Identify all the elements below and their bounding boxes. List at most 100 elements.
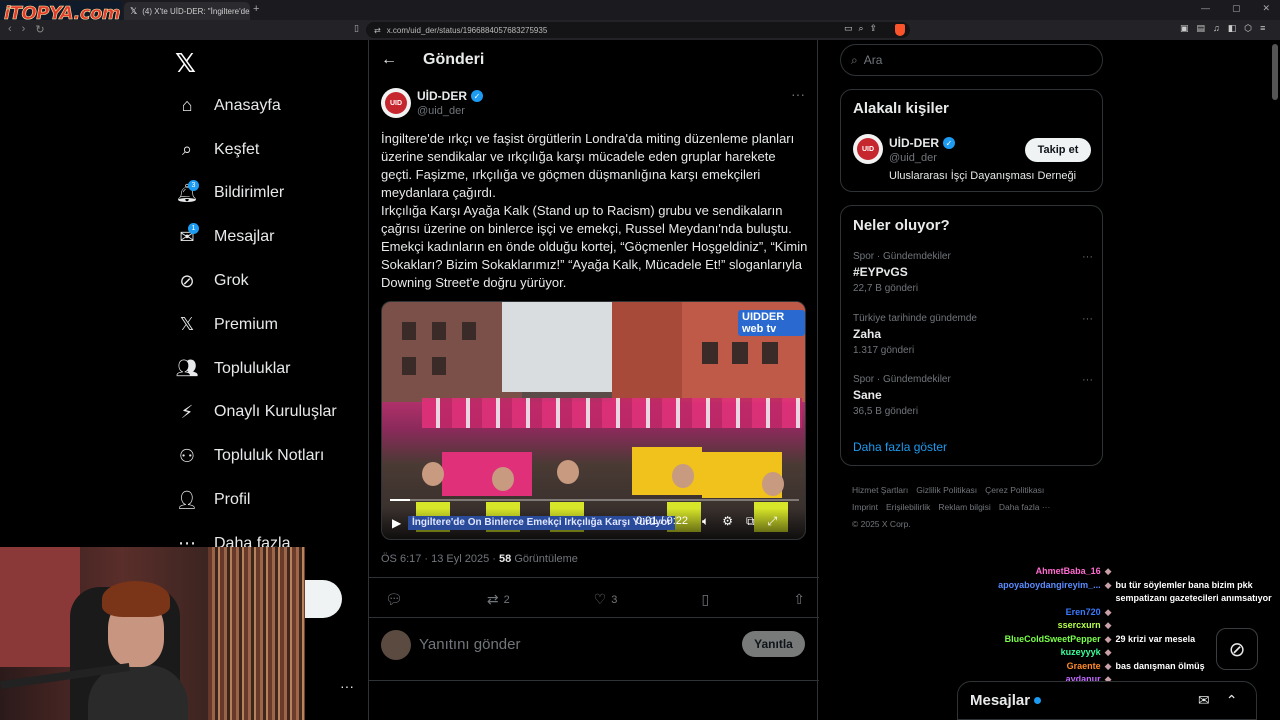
- tweet-more-icon[interactable]: ···: [791, 86, 805, 102]
- footer-link[interactable]: Gizlilik Politikası: [916, 485, 977, 495]
- author-avatar[interactable]: UID: [381, 88, 411, 118]
- webcam-wall: [0, 547, 80, 667]
- trend-item[interactable]: Spor · Gündemdekiler Sane 36,5 B gönderi ··…: [853, 374, 1093, 417]
- forward-nav-icon[interactable]: ›: [22, 23, 26, 36]
- trend-more-icon[interactable]: ···: [1082, 374, 1093, 386]
- sidebar-item-anasayfa[interactable]: ⌂ Anasayfa: [176, 84, 337, 128]
- back-arrow-icon[interactable]: ←: [381, 51, 397, 69]
- sidebar-item-label: Topluluk Notları: [214, 447, 325, 465]
- tweet-video[interactable]: UIDDER web tv ▶ İngiltere'de On Binlerce…: [381, 301, 806, 540]
- trend-item[interactable]: Spor · Gündemdekiler #EYPvGS 22,7 B gönder…: [853, 251, 1093, 294]
- vpn-icon[interactable]: ⬡: [1244, 23, 1252, 34]
- reply-button[interactable]: Yanıtla: [742, 631, 805, 657]
- bookmark-icon[interactable]: ▯: [354, 23, 359, 34]
- trend-item[interactable]: Türkiye tarihinde gündemde Zaha 1.317 gönd…: [853, 313, 1093, 356]
- footer-link[interactable]: Çerez Politikası: [985, 485, 1044, 495]
- video-person: [422, 462, 444, 486]
- video-progress[interactable]: [390, 499, 799, 501]
- drawer-icons: ✉ ⌃: [1198, 692, 1237, 709]
- footer-link[interactable]: Imprint: [852, 502, 878, 512]
- chat-badge-icon: ◆: [1104, 620, 1112, 630]
- footer-link[interactable]: Hizmet Şartları: [852, 485, 908, 495]
- trend-name: Sane: [853, 388, 882, 402]
- chat-badge-icon: ◆: [1104, 579, 1112, 590]
- sidebar-toggle-icon[interactable]: ◧: [1228, 23, 1237, 34]
- extension-icon[interactable]: ▣: [1180, 23, 1189, 34]
- related-handle[interactable]: @uid_der: [889, 152, 937, 164]
- messages-drawer[interactable]: Mesajlar ✉ ⌃: [957, 681, 1257, 720]
- video-window: [762, 342, 778, 364]
- minimize-icon[interactable]: —: [1201, 3, 1210, 14]
- chat-username: kuzeyyyk: [1060, 647, 1101, 657]
- divider: [369, 577, 819, 578]
- music-icon[interactable]: ♫: [1213, 23, 1220, 34]
- reload-icon[interactable]: ↻: [35, 23, 44, 36]
- sidebar-item-bildirimler[interactable]: 🔔︎ 3 Bildirimler: [176, 172, 337, 216]
- close-window-icon[interactable]: ✕: [1262, 3, 1270, 14]
- sidebar-item-profil[interactable]: 👤︎ Profil: [176, 478, 337, 522]
- related-avatar[interactable]: UID: [853, 134, 883, 164]
- trend-count: 1.317 gönderi: [853, 344, 915, 356]
- post-button[interactable]: [300, 580, 342, 618]
- sidebar-item-premium[interactable]: 𝕏 Premium: [176, 303, 337, 347]
- sidebar-item-mesajlar[interactable]: ✉ 1 Mesajlar: [176, 215, 337, 259]
- url-input[interactable]: ⇄ x.com/uid_der/status/19668840576832759…: [366, 22, 910, 38]
- search-input[interactable]: ⌕ Ara: [840, 44, 1103, 76]
- reply-input[interactable]: Yanıtını gönder: [419, 636, 520, 653]
- screen-icon[interactable]: ▭: [844, 23, 853, 34]
- bookmark-action[interactable]: ▯: [701, 591, 709, 608]
- footer-link[interactable]: Erişilebilirlik: [886, 502, 930, 512]
- maximize-icon[interactable]: ▢: [1232, 3, 1241, 14]
- share-icon[interactable]: ⇪: [870, 23, 878, 34]
- x-logo-icon[interactable]: 𝕏: [175, 48, 196, 79]
- trend-more-icon[interactable]: ···: [1082, 313, 1093, 325]
- share-action[interactable]: ⇧: [793, 591, 805, 608]
- browser-tab[interactable]: 𝕏 (4) X'te UİD-DER: "İngiltere'de ırk ✕: [124, 2, 250, 20]
- site-info-icon[interactable]: ⇄: [374, 26, 381, 35]
- wallet-icon[interactable]: ▤: [1197, 23, 1206, 34]
- show-more-link[interactable]: Daha fazla göster: [853, 440, 947, 454]
- sidebar-item-topluluk-notları[interactable]: ⚇ Topluluk Notları: [176, 434, 337, 478]
- zoom-icon[interactable]: ⌕: [859, 23, 864, 34]
- author-name[interactable]: UİD-DER ✓: [417, 89, 483, 103]
- video-window: [702, 342, 718, 364]
- sidebar-item-onaylı-kuruluşlar[interactable]: ⚡︎ Onaylı Kuruluşlar: [176, 391, 337, 435]
- back-nav-icon[interactable]: ‹: [8, 23, 12, 36]
- settings-icon[interactable]: ⚙: [722, 514, 733, 529]
- fullscreen-icon[interactable]: ⤢: [768, 514, 778, 529]
- new-tab-icon[interactable]: +: [253, 3, 259, 15]
- follow-button[interactable]: Takip et: [1025, 138, 1091, 162]
- trend-more-icon[interactable]: ···: [1082, 251, 1093, 263]
- grok-fab-icon[interactable]: ⊘: [1216, 628, 1258, 670]
- scrollbar[interactable]: [1272, 44, 1278, 100]
- sidebar-nav: ⌂ Anasayfa ⌕ Keşfet 🔔︎ 3 Bildirimler ✉ 1 Mesajlar…: [176, 84, 337, 566]
- sidebar-item-topluluklar[interactable]: 👥︎ Topluluklar: [176, 347, 337, 391]
- account-more-icon[interactable]: ···: [340, 678, 354, 694]
- chat-username: apoyaboydangireyim_...: [998, 579, 1101, 590]
- play-icon[interactable]: ▶: [392, 516, 401, 530]
- lightning-icon: ⚡︎: [180, 401, 194, 422]
- video-placards: [422, 398, 802, 428]
- footer-link[interactable]: © 2025 X Corp.: [852, 519, 911, 529]
- menu-icon[interactable]: ≡: [1260, 23, 1265, 34]
- footer-link[interactable]: Reklam bilgisi: [938, 502, 990, 512]
- reply-action[interactable]: 💬︎: [385, 591, 403, 608]
- like-action[interactable]: ♡ 3: [594, 591, 618, 608]
- related-name[interactable]: UİD-DER ✓: [889, 136, 955, 150]
- expand-up-icon[interactable]: ⌃: [1226, 692, 1238, 709]
- author-handle[interactable]: @uid_der: [417, 105, 465, 117]
- volume-icon[interactable]: 🔈︎: [702, 514, 709, 529]
- tweet-timestamp[interactable]: ÖS 6:17 · 13 Eyl 2025 ·: [381, 553, 499, 565]
- video-window: [402, 322, 416, 340]
- retweet-action[interactable]: ⇄ 2: [487, 591, 510, 608]
- video-control-icons: 🔈︎ ⚙ ⧉ ⤢: [702, 514, 777, 529]
- related-name-text: UİD-DER: [889, 136, 939, 150]
- video-watermark: UIDDER web tv: [738, 310, 805, 336]
- sidebar-item-keşfet[interactable]: ⌕ Keşfet: [176, 128, 337, 172]
- tweet-paragraph: İngiltere'de ırkçı ve faşist örgütlerin …: [381, 131, 795, 200]
- new-message-icon[interactable]: ✉: [1198, 692, 1210, 709]
- pip-icon[interactable]: ⧉: [746, 514, 755, 529]
- brave-shield-icon[interactable]: [895, 24, 905, 36]
- sidebar-item-grok[interactable]: ⊘ Grok: [176, 259, 337, 303]
- footer-link[interactable]: Daha fazla ···: [999, 502, 1051, 512]
